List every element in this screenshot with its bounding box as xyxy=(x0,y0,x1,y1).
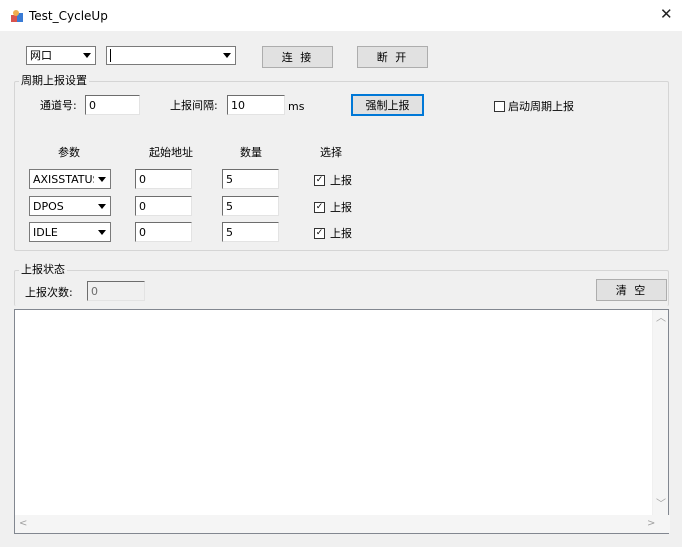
param-select[interactable]: AXISSTATUS xyxy=(29,169,111,189)
title-bar: Test_CycleUp ✕ xyxy=(0,0,682,31)
param-select[interactable]: IDLE xyxy=(29,222,111,242)
chevron-down-icon[interactable] xyxy=(94,172,109,187)
count-value: 5 xyxy=(226,200,233,213)
checkmark-icon: ✓ xyxy=(315,175,324,185)
scroll-down-icon[interactable]: ﹀ xyxy=(656,500,666,510)
interval-label: 上报间隔: xyxy=(170,99,218,112)
address-select[interactable] xyxy=(106,46,236,65)
vertical-scrollbar[interactable]: ︿ ﹀ xyxy=(652,310,668,515)
count-value: 5 xyxy=(226,226,233,239)
start-addr-value: 0 xyxy=(139,200,146,213)
count-value: 5 xyxy=(226,173,233,186)
report-checkbox[interactable]: ✓ xyxy=(314,228,325,239)
start-addr-value: 0 xyxy=(139,226,146,239)
count-input[interactable]: 5 xyxy=(222,196,279,216)
report-checkbox-label: 上报 xyxy=(330,227,352,240)
start-addr-value: 0 xyxy=(139,173,146,186)
param-value: AXISSTATUS xyxy=(33,173,100,186)
start-addr-input[interactable]: 0 xyxy=(135,196,192,216)
header-param: 参数 xyxy=(58,146,80,159)
header-select: 选择 xyxy=(320,146,342,159)
horizontal-scrollbar[interactable]: < > xyxy=(15,515,670,533)
connection-type-select[interactable]: 网口 xyxy=(26,46,96,65)
count-input[interactable]: 5 xyxy=(222,169,279,189)
report-count-label: 上报次数: xyxy=(25,286,73,299)
start-addr-input[interactable]: 0 xyxy=(135,222,192,242)
window-title: Test_CycleUp xyxy=(29,9,108,23)
report-checkbox-label: 上报 xyxy=(330,174,352,187)
channel-label: 通道号: xyxy=(40,99,77,112)
start-addr-input[interactable]: 0 xyxy=(135,169,192,189)
report-checkbox[interactable]: ✓ xyxy=(314,175,325,186)
enable-periodic-checkbox[interactable] xyxy=(494,101,505,112)
log-textarea[interactable]: ︿ ﹀ < > xyxy=(14,309,670,534)
disconnect-button[interactable]: 断 开 xyxy=(357,46,428,68)
count-input[interactable]: 5 xyxy=(222,222,279,242)
header-count: 数量 xyxy=(240,146,262,159)
param-value: DPOS xyxy=(33,200,64,213)
chevron-down-icon[interactable] xyxy=(94,199,109,214)
interval-value: 10 xyxy=(231,99,245,112)
scroll-left-icon[interactable]: < xyxy=(19,519,27,529)
header-start-addr: 起始地址 xyxy=(149,146,193,159)
text-caret xyxy=(110,49,111,62)
connection-type-value: 网口 xyxy=(30,49,52,62)
channel-input[interactable]: 0 xyxy=(85,95,140,115)
channel-value: 0 xyxy=(89,99,96,112)
param-select[interactable]: DPOS xyxy=(29,196,111,216)
report-status-group-title: 上报状态 xyxy=(19,263,67,276)
connect-button[interactable]: 连 接 xyxy=(262,46,333,68)
chevron-down-icon[interactable] xyxy=(219,48,234,63)
force-report-button[interactable]: 强制上报 xyxy=(351,94,424,116)
checkmark-icon: ✓ xyxy=(315,228,324,238)
report-checkbox[interactable]: ✓ xyxy=(314,202,325,213)
scroll-right-icon[interactable]: > xyxy=(647,519,655,529)
enable-periodic-label: 启动周期上报 xyxy=(508,100,574,113)
scroll-up-icon[interactable]: ︿ xyxy=(656,314,666,324)
chevron-down-icon[interactable] xyxy=(79,48,94,63)
report-count-value: 0 xyxy=(91,285,98,298)
close-icon[interactable]: ✕ xyxy=(660,6,673,22)
report-checkbox-label: 上报 xyxy=(330,201,352,214)
chevron-down-icon[interactable] xyxy=(94,225,109,240)
checkmark-icon: ✓ xyxy=(315,202,324,212)
app-icon xyxy=(11,10,23,22)
report-count-field: 0 xyxy=(87,281,145,301)
interval-input[interactable]: 10 xyxy=(227,95,285,115)
clear-button[interactable]: 清 空 xyxy=(596,279,667,301)
period-report-group-title: 周期上报设置 xyxy=(19,74,89,87)
interval-unit: ms xyxy=(288,100,305,113)
param-value: IDLE xyxy=(33,226,58,239)
